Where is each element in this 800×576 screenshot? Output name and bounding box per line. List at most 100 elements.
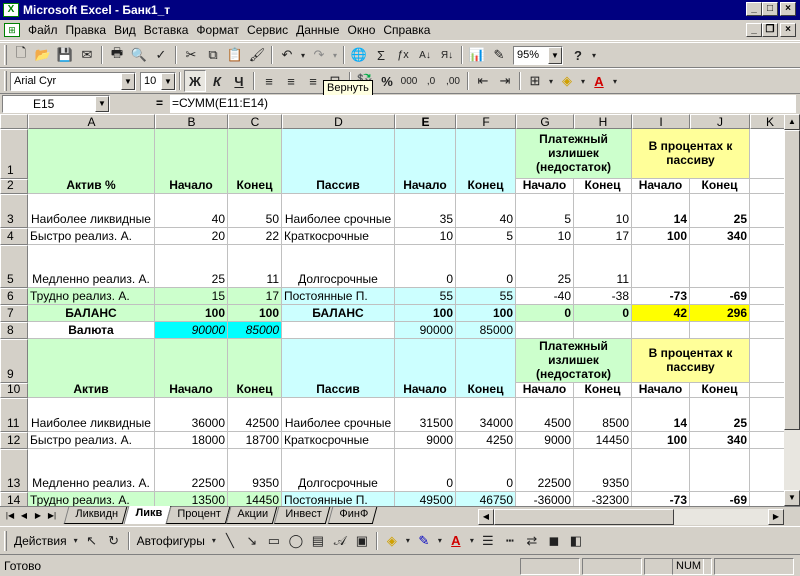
cell[interactable] bbox=[750, 449, 784, 492]
paste-icon[interactable]: 📋 bbox=[224, 44, 246, 66]
print-preview-icon[interactable]: 🔍 bbox=[128, 44, 150, 66]
dash-style-icon[interactable]: ┅ bbox=[499, 530, 521, 552]
align-left-icon[interactable]: ≡ bbox=[258, 70, 280, 92]
line-color-icon[interactable]: ✎ bbox=[413, 530, 435, 552]
3d-icon[interactable]: ◧ bbox=[565, 530, 587, 552]
cell-value[interactable]: 9000 bbox=[395, 432, 456, 449]
borders-icon[interactable]: ⊞ bbox=[524, 70, 546, 92]
cell-value[interactable]: 22500 bbox=[155, 449, 228, 492]
cell-value[interactable]: 22 bbox=[228, 228, 282, 245]
menu-edit[interactable]: Правка bbox=[62, 23, 111, 37]
actions-menu[interactable]: Действия bbox=[10, 534, 71, 548]
cell-value[interactable]: 340 bbox=[690, 432, 750, 449]
cell-value[interactable]: 90000 bbox=[155, 322, 228, 339]
cell[interactable] bbox=[750, 288, 784, 305]
menu-view[interactable]: Вид bbox=[110, 23, 140, 37]
cell-value[interactable]: 0 bbox=[456, 245, 516, 288]
cell-label[interactable]: Наиболее срочные bbox=[282, 194, 395, 228]
cell-value[interactable]: 4500 bbox=[516, 398, 574, 432]
chevron-down-icon[interactable]: ▼ bbox=[548, 46, 562, 64]
cell-label[interactable]: Валюта bbox=[28, 322, 155, 339]
header-end[interactable]: Конец bbox=[456, 129, 516, 194]
spreadsheet-grid[interactable]: ABCDEFGHIJK12345678910111213141516Актив … bbox=[0, 114, 784, 506]
menu-tools[interactable]: Сервис bbox=[243, 23, 292, 37]
row-header[interactable]: 3 bbox=[0, 194, 28, 228]
header-end[interactable]: Конец bbox=[574, 383, 632, 398]
redo-icon[interactable]: ↷ bbox=[308, 44, 330, 66]
menu-data[interactable]: Данные bbox=[292, 23, 343, 37]
cell-value[interactable]: 50 bbox=[228, 194, 282, 228]
cell-value[interactable]: 22500 bbox=[516, 449, 574, 492]
line-icon[interactable]: ╲ bbox=[219, 530, 241, 552]
chart-wizard-icon[interactable]: 📊 bbox=[466, 44, 488, 66]
cell-value[interactable]: 0 bbox=[395, 449, 456, 492]
sheet-tab-akcii[interactable]: Акции bbox=[225, 507, 278, 524]
column-header[interactable]: F bbox=[456, 114, 516, 129]
rectangle-icon[interactable]: ▭ bbox=[263, 530, 285, 552]
function-icon[interactable]: ƒx bbox=[392, 44, 414, 66]
row-header[interactable]: 5 bbox=[0, 245, 28, 288]
font-color-icon[interactable]: A bbox=[588, 70, 610, 92]
cell[interactable] bbox=[516, 322, 574, 339]
vertical-scrollbar[interactable]: ▲ ▼ bbox=[784, 114, 800, 506]
cell[interactable] bbox=[750, 492, 784, 506]
open-icon[interactable]: 📂 bbox=[32, 44, 54, 66]
row-header[interactable]: 8 bbox=[0, 322, 28, 339]
actions-dropdown-icon[interactable]: ▾ bbox=[71, 530, 81, 552]
header-end[interactable]: Конец bbox=[690, 383, 750, 398]
percent-button[interactable]: % bbox=[376, 70, 398, 92]
header-percent-passive[interactable]: В процентах к пассиву bbox=[632, 129, 750, 179]
sort-ascending-icon[interactable]: A↓ bbox=[414, 44, 436, 66]
line-style-icon[interactable]: ☰ bbox=[477, 530, 499, 552]
column-header[interactable]: H bbox=[574, 114, 632, 129]
increase-decimal-icon[interactable]: ,0 bbox=[420, 70, 442, 92]
clipart-icon[interactable]: ▣ bbox=[351, 530, 373, 552]
cell-value[interactable]: 0 bbox=[516, 305, 574, 322]
decrease-decimal-icon[interactable]: ,00 bbox=[442, 70, 464, 92]
cell-value[interactable]: 100 bbox=[228, 305, 282, 322]
header-start[interactable]: Начало bbox=[516, 179, 574, 194]
sheet-tab-procent[interactable]: Процент bbox=[165, 507, 230, 524]
draw-fill-dropdown-icon[interactable]: ▾ bbox=[403, 530, 413, 552]
line-color-dropdown-icon[interactable]: ▾ bbox=[435, 530, 445, 552]
cell-value[interactable]: -73 bbox=[632, 288, 690, 305]
header-end[interactable]: Конец bbox=[456, 339, 516, 398]
header-payment-surplus[interactable]: Платежный излишек (недостаток) bbox=[516, 129, 632, 179]
hscroll-thumb[interactable] bbox=[494, 509, 674, 525]
header-passive[interactable]: Пассив bbox=[282, 129, 395, 194]
row-header[interactable]: 10 bbox=[0, 382, 28, 398]
cell-value[interactable]: 25 bbox=[690, 398, 750, 432]
cell-value[interactable]: 46750 bbox=[456, 492, 516, 506]
thousands-button[interactable]: 000 bbox=[398, 70, 420, 92]
font-color-dropdown-icon[interactable]: ▾ bbox=[610, 70, 620, 92]
align-right-icon[interactable]: ≡ bbox=[302, 70, 324, 92]
cell-label[interactable]: Краткосрочные bbox=[282, 228, 395, 245]
cell-value[interactable]: 34000 bbox=[456, 398, 516, 432]
row-header[interactable]: 12 bbox=[0, 432, 28, 449]
cell-value[interactable]: 340 bbox=[690, 228, 750, 245]
decrease-indent-icon[interactable]: ⇤ bbox=[472, 70, 494, 92]
cell-value[interactable]: 100 bbox=[155, 305, 228, 322]
header-start[interactable]: Начало bbox=[516, 383, 574, 398]
font-size-select[interactable]: 10 ▼ bbox=[140, 71, 176, 91]
cell-value[interactable] bbox=[632, 449, 690, 492]
formula-input[interactable]: =СУММ(E11:E14) bbox=[170, 95, 796, 113]
cell-value[interactable]: -73 bbox=[632, 492, 690, 506]
cell-label[interactable]: БАЛАНС bbox=[282, 305, 395, 322]
cell-value[interactable]: 9000 bbox=[516, 432, 574, 449]
draw-font-dropdown-icon[interactable]: ▾ bbox=[467, 530, 477, 552]
copy-icon[interactable]: ⧉ bbox=[202, 44, 224, 66]
cell[interactable] bbox=[690, 322, 750, 339]
cell-value[interactable]: 100 bbox=[632, 432, 690, 449]
header-percent-passive[interactable]: В процентах к пассиву bbox=[632, 339, 750, 383]
sheet-tab-invest[interactable]: Инвест bbox=[273, 507, 331, 524]
bold-button[interactable]: Ж bbox=[184, 70, 206, 92]
cell-value[interactable]: 25 bbox=[155, 245, 228, 288]
cell-value[interactable]: 10 bbox=[516, 228, 574, 245]
row-header[interactable]: 4 bbox=[0, 228, 28, 245]
header-active[interactable]: Актив % bbox=[28, 129, 155, 194]
cell-label[interactable]: Наиболее срочные bbox=[282, 398, 395, 432]
column-header[interactable]: B bbox=[155, 114, 228, 129]
cell-value[interactable]: 14 bbox=[632, 194, 690, 228]
cell[interactable] bbox=[750, 129, 784, 179]
